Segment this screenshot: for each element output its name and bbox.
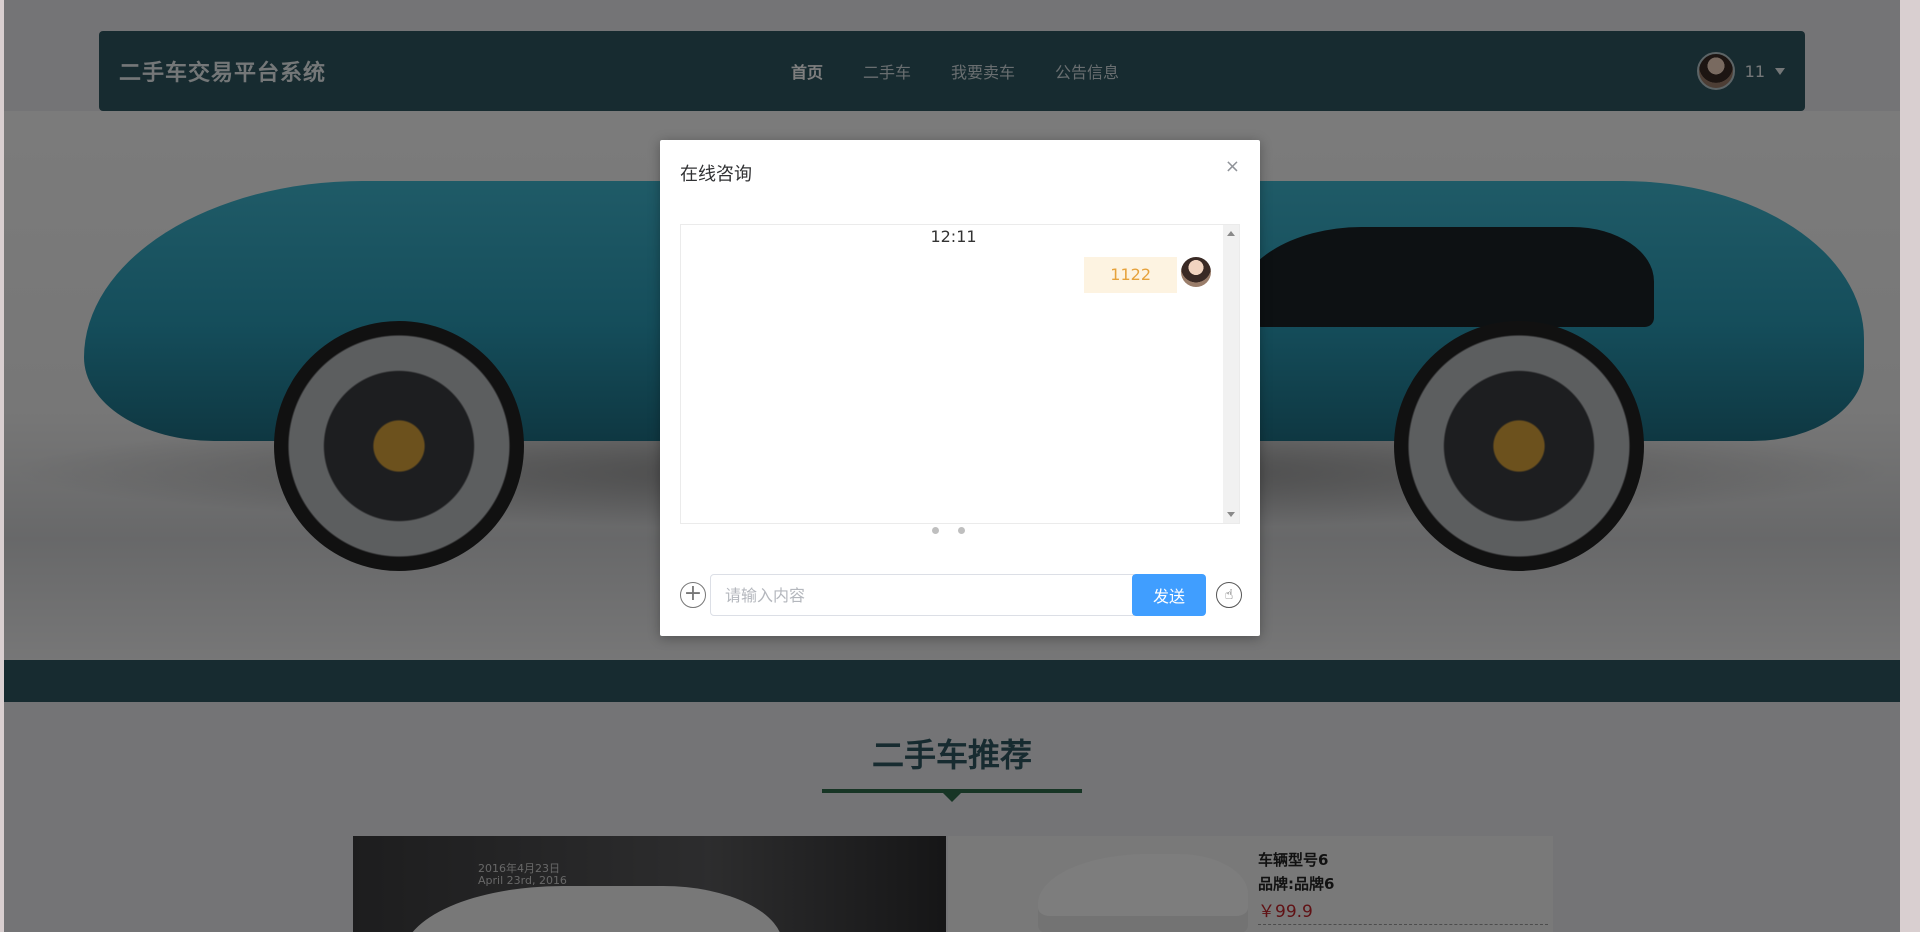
close-icon[interactable]: × — [1225, 158, 1240, 176]
chat-message-bubble: 1122 — [1084, 257, 1177, 293]
chat-scrollbar[interactable] — [1223, 225, 1239, 523]
chat-input-row: + 发送 ☝ — [680, 574, 1242, 616]
page: 二手车交易平台系统 首页 二手车 我要卖车 公告信息 11 二手车推荐 2016… — [4, 0, 1900, 932]
chat-user-avatar — [1181, 257, 1211, 287]
dialog-title: 在线咨询 — [680, 164, 752, 185]
message-input[interactable] — [710, 574, 1134, 616]
chat-timestamp: 12:11 — [930, 227, 977, 246]
scroll-down-arrow-icon[interactable] — [1227, 512, 1235, 517]
hand-pointer-icon[interactable]: ☝ — [1216, 582, 1242, 608]
carousel-dot-1[interactable] — [932, 527, 939, 534]
carousel-dot-2[interactable] — [945, 527, 952, 534]
add-attachment-icon[interactable]: + — [680, 582, 706, 608]
carousel-dot-3[interactable] — [958, 527, 965, 534]
online-consult-dialog: 在线咨询 × 12:11 1122 + 发送 ☝ — [660, 140, 1260, 636]
send-button[interactable]: 发送 — [1132, 574, 1206, 616]
carousel-indicators — [932, 527, 965, 534]
chat-history[interactable]: 12:11 1122 — [680, 224, 1240, 524]
scroll-up-arrow-icon[interactable] — [1227, 231, 1235, 236]
